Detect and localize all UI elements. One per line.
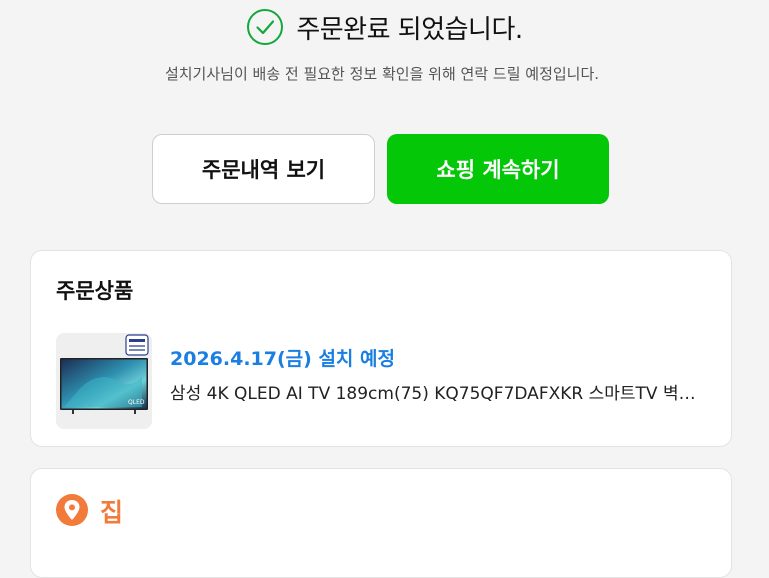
address-name: 집: [100, 498, 124, 527]
tv-product-image: QLED: [60, 334, 149, 414]
qled-logo: QLED: [128, 399, 145, 406]
order-complete-header: 주문완료 되었습니다.: [0, 8, 769, 46]
product-name[interactable]: 삼성 4K QLED AI TV 189cm(75) KQ75QF7DAFXKR…: [170, 379, 710, 404]
ordered-products-card: 주문상품 QLED 2026.4.17(금) 설치 예정 삼성 4K QLED …: [30, 250, 732, 447]
check-circle-icon: [246, 8, 284, 46]
install-schedule: 2026.4.17(금) 설치 예정: [170, 348, 395, 370]
location-pin-icon: [55, 493, 89, 527]
product-thumbnail[interactable]: QLED: [56, 333, 152, 429]
delivery-address-card: 집: [30, 468, 732, 578]
installation-notice: 설치기사님이 배송 전 필요한 정보 확인을 위해 연락 드릴 예정입니다.: [164, 65, 600, 83]
page-title: 주문완료 되었습니다.: [296, 14, 523, 45]
continue-shopping-button[interactable]: 쇼핑 계속하기: [387, 134, 609, 204]
section-title: 주문상품: [56, 279, 134, 303]
order-history-button[interactable]: 주문내역 보기: [152, 134, 375, 204]
